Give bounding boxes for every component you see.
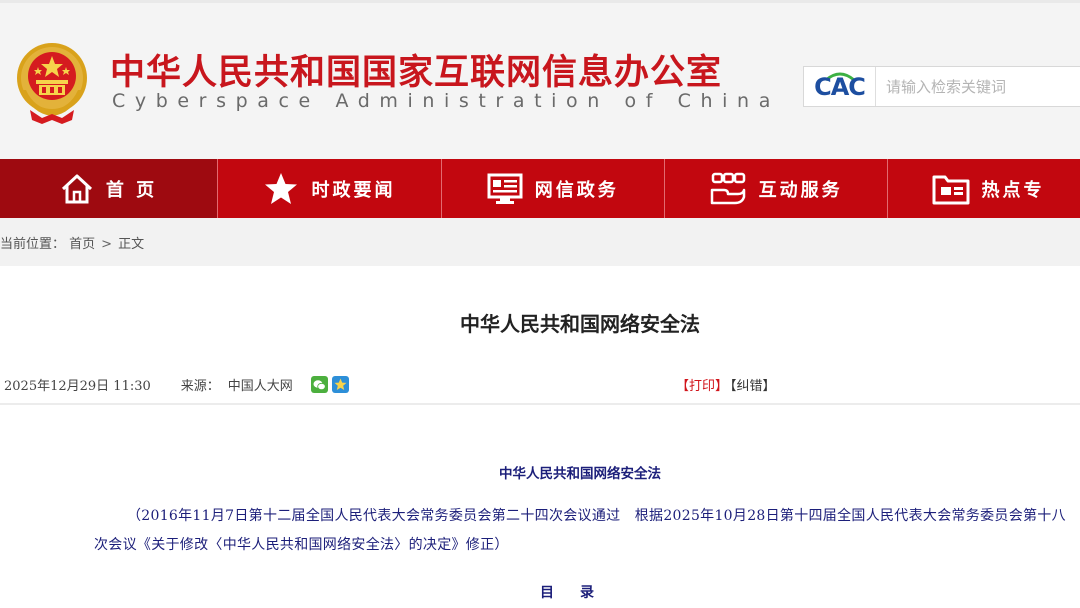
article-title: 中华人民共和国网络安全法	[460, 312, 700, 336]
search-input[interactable]	[877, 67, 1080, 106]
nav-item-label: 网信政务	[534, 179, 619, 201]
main-nav: 首 页 时政要闻 网信政务 互动服务 热点专	[0, 159, 1080, 218]
breadcrumb-current: 正文	[118, 237, 145, 252]
cac-logo[interactable]: CAC	[804, 67, 876, 106]
body-title: 中华人民共和国网络安全法	[499, 466, 661, 482]
nav-item-home[interactable]: 首 页	[0, 159, 219, 218]
correct-link[interactable]: 【纠错】	[730, 379, 776, 394]
nav-item-interactive-service[interactable]: 互动服务	[665, 159, 888, 218]
nav-item-label: 时政要闻	[311, 179, 396, 201]
breadcrumb-home-link[interactable]: 首页	[69, 237, 95, 252]
breadcrumb-bar: 当前位置： 首页 > 正文	[0, 218, 1080, 266]
article-source: 中国人大网	[227, 379, 293, 394]
toc-title: 目录	[540, 585, 620, 601]
qzone-icon[interactable]	[331, 376, 349, 393]
article-meta: 2025年12月29日 11:30 来源： 中国人大网	[4, 375, 349, 394]
cac-logo-text: CAC	[814, 72, 866, 101]
article-date: 2025年12月29日 11:30	[4, 379, 151, 394]
search-box: CAC	[803, 66, 1080, 107]
nav-item-label: 互动服务	[758, 179, 843, 201]
home-icon	[61, 174, 92, 203]
breadcrumb-prefix: 当前位置：	[0, 237, 66, 252]
wechat-icon[interactable]	[310, 376, 328, 393]
content-divider	[0, 403, 1080, 405]
header-top-line	[0, 0, 1080, 3]
source-label: 来源：	[180, 379, 220, 394]
print-link[interactable]: 【打印】	[676, 379, 728, 394]
nav-item-hot-topics[interactable]: 热点专	[888, 159, 1080, 218]
nav-item-label: 首 页	[105, 179, 158, 201]
folder-icon	[932, 175, 969, 204]
nav-item-label: 热点专	[981, 179, 1045, 201]
service-icon	[710, 172, 745, 204]
monitor-icon	[487, 173, 523, 204]
breadcrumb-separator: >	[101, 237, 113, 252]
breadcrumb: 当前位置： 首页 > 正文	[0, 233, 144, 252]
site-subtitle: Cyberspace Administration of China	[112, 90, 780, 112]
article-tools: 【打印】 【纠错】	[676, 375, 776, 394]
site-title: 中华人民共和国国家互联网信息办公室	[110, 53, 723, 93]
law-preface: （2016年11月7日第十二届全国人民代表大会常务委员会第二十四次会议通过 根据…	[94, 508, 1066, 553]
nav-item-news[interactable]: 时政要闻	[218, 159, 442, 218]
star-icon	[265, 172, 298, 204]
share-buttons	[310, 376, 349, 393]
site-header: 中华人民共和国国家互联网信息办公室 Cyberspace Administrat…	[0, 0, 1080, 159]
national-emblem-logo[interactable]	[12, 40, 92, 124]
nav-item-gov-affairs[interactable]: 网信政务	[442, 159, 665, 218]
